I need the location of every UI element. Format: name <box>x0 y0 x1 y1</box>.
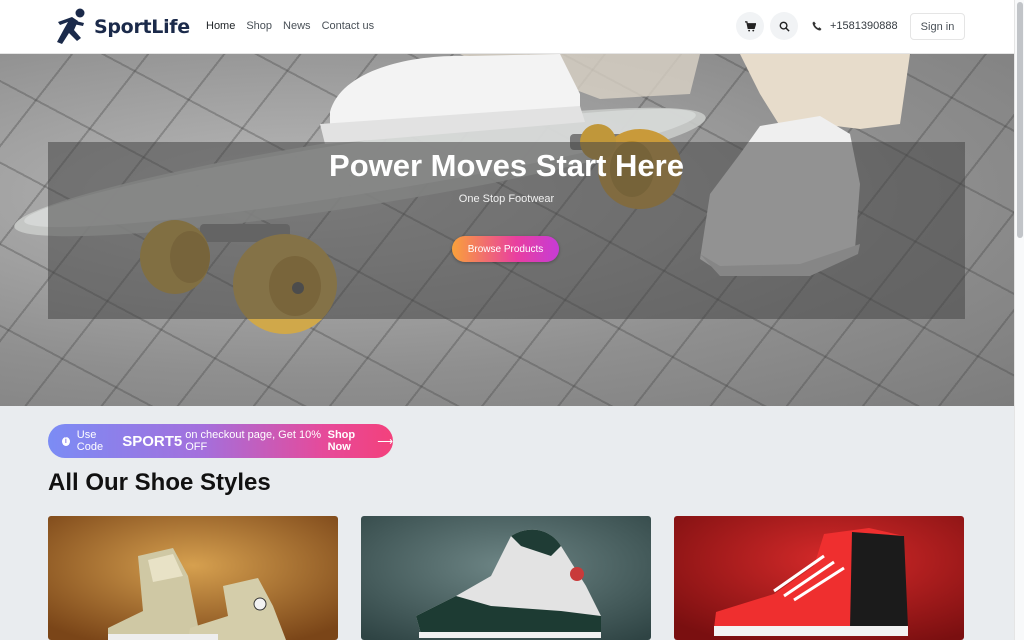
product-card[interactable] <box>48 516 338 640</box>
cart-icon <box>744 20 756 32</box>
info-icon: i <box>62 436 70 446</box>
arrow-right-icon: ⟶ <box>377 435 393 448</box>
hero-title: Power Moves Start Here <box>329 148 684 183</box>
product-image-hightop <box>674 516 964 640</box>
scrollbar-thumb[interactable] <box>1017 2 1023 238</box>
phone-number: +1581390888 <box>830 20 898 32</box>
promo-shop-link[interactable]: Shop Now <box>328 429 375 453</box>
search-button[interactable] <box>770 12 798 40</box>
promo-middle: on checkout page, Get 10% OFF <box>185 429 321 453</box>
hero-subtitle: One Stop Footwear <box>458 193 555 205</box>
product-image-jordan <box>361 516 651 640</box>
navbar: SportLife Home Shop News Contact us +158… <box>0 0 1024 54</box>
nav-item-contact[interactable]: Contact us <box>322 20 375 32</box>
brand-logo[interactable]: SportLife <box>50 8 190 46</box>
signin-button[interactable]: Sign in <box>910 13 965 40</box>
cart-button[interactable] <box>736 12 764 40</box>
main-nav: Home Shop News Contact us <box>206 20 374 32</box>
promo-prefix: Use Code <box>76 429 104 453</box>
phone-icon <box>812 21 822 31</box>
runner-logo-icon <box>57 8 85 44</box>
product-image-canvas-sneakers <box>48 516 338 640</box>
nav-item-home[interactable]: Home <box>206 20 235 32</box>
brand-name: SportLife <box>94 16 190 38</box>
product-card[interactable] <box>361 516 651 640</box>
nav-item-shop[interactable]: Shop <box>246 20 272 32</box>
product-card[interactable] <box>674 516 964 640</box>
search-icon <box>779 21 790 32</box>
section-title: All Our Shoe Styles <box>48 469 271 496</box>
hero-banner: Power Moves Start Here One Stop Footwear… <box>0 54 1014 406</box>
page-scrollbar[interactable] <box>1014 0 1024 640</box>
browse-products-button[interactable]: Browse Products <box>452 236 559 262</box>
phone-contact[interactable]: +1581390888 <box>812 20 898 32</box>
nav-item-news[interactable]: News <box>283 20 311 32</box>
promo-code: SPORT5 <box>122 432 183 450</box>
promo-banner[interactable]: i Use Code SPORT5 on checkout page, Get … <box>48 424 393 458</box>
